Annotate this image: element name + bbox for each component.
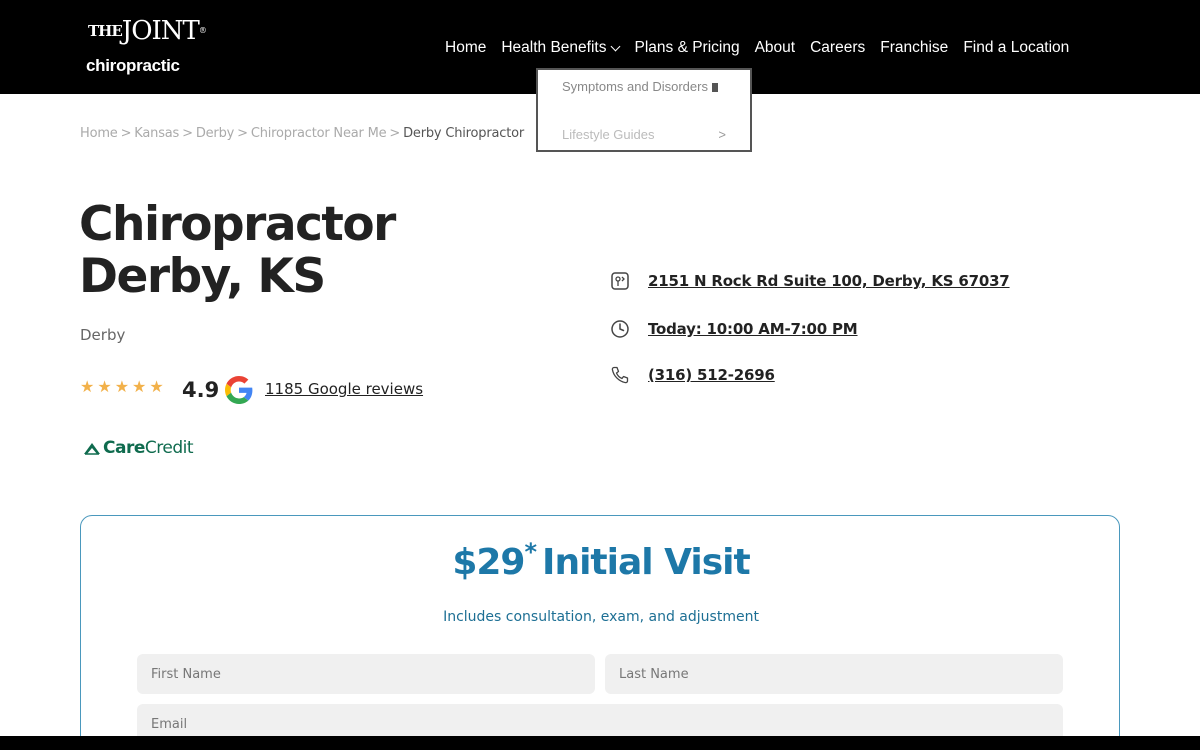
star-icon: ★	[97, 379, 112, 396]
nav-home[interactable]: Home	[445, 38, 486, 58]
health-benefits-dropdown: Symptoms and Disorders Lifestyle Guides >	[536, 68, 752, 152]
page-title: Chiropractor Derby, KS	[79, 199, 539, 303]
breadcrumb: Home > Kansas > Derby > Chiropractor Near Me > D…	[80, 126, 524, 141]
logo-subtitle: chiropractic	[86, 56, 180, 75]
breadcrumb-home[interactable]: Home	[80, 126, 118, 141]
breadcrumb-separator: >	[120, 126, 132, 141]
page-title-line2: Derby, KS	[79, 249, 326, 304]
dropdown-item-lifestyle[interactable]: Lifestyle Guides >	[562, 127, 732, 142]
nav-health-benefits[interactable]: Health Benefits	[501, 38, 621, 58]
offer-subtitle: Includes consultation, exam, and adjustm…	[443, 609, 759, 625]
hours-link[interactable]: Today: 10:00 AM-7:00 PM	[648, 320, 858, 338]
location-subtitle: Derby	[80, 326, 126, 344]
star-icon: ★	[149, 379, 164, 396]
first-name-input[interactable]	[137, 654, 595, 694]
nav-find-location[interactable]: Find a Location	[963, 38, 1069, 58]
page-title-line1: Chiropractor	[79, 197, 396, 252]
offer-label: Initial Visit	[542, 542, 751, 583]
the-joint-logo[interactable]: THEJOINT® chiropractic	[86, 16, 207, 76]
main-nav: Home Health Benefits Plans & Pricing Abo…	[445, 38, 1084, 58]
offer-asterisk: *	[524, 538, 537, 566]
nav-careers[interactable]: Careers	[810, 38, 865, 58]
star-icon: ★	[114, 379, 130, 396]
google-reviews-link[interactable]: 1185 Google reviews	[265, 380, 423, 398]
breadcrumb-separator: >	[237, 126, 248, 141]
carecredit-mark-icon	[84, 443, 100, 455]
chevron-down-icon	[611, 41, 621, 51]
chevron-right-icon: >	[718, 127, 726, 142]
dropdown-item-symptoms[interactable]: Symptoms and Disorders	[562, 79, 718, 94]
nav-about[interactable]: About	[755, 38, 796, 58]
phone-row: (316) 512-2696	[610, 365, 775, 385]
address-row: 2151 N Rock Rd Suite 100, Derby, KS 6703…	[610, 271, 1010, 291]
nav-plans-pricing[interactable]: Plans & Pricing	[634, 38, 739, 58]
offer-heading: $29* Initial Visit	[81, 538, 1121, 583]
nav-franchise[interactable]: Franchise	[880, 38, 948, 58]
bottom-bar	[0, 736, 1200, 750]
initial-visit-card: $29* Initial Visit Includes consultation,…	[80, 515, 1120, 750]
clock-icon	[611, 320, 629, 338]
breadcrumb-derby[interactable]: Derby	[196, 126, 235, 141]
breadcrumb-near-me[interactable]: Chiropractor Near Me	[251, 126, 387, 141]
address-link[interactable]: 2151 N Rock Rd Suite 100, Derby, KS 6703…	[648, 272, 1010, 290]
star-icon: ★	[132, 379, 147, 396]
breadcrumb-separator: >	[389, 126, 401, 141]
text-cursor-icon	[711, 83, 718, 93]
star-icon: ★	[80, 379, 95, 396]
phone-icon	[611, 366, 629, 384]
breadcrumb-kansas[interactable]: Kansas	[134, 126, 179, 141]
last-name-input[interactable]	[605, 654, 1063, 694]
google-logo-icon	[225, 376, 253, 404]
breadcrumb-current: Derby Chiropractor	[403, 126, 524, 141]
breadcrumb-separator: >	[182, 126, 193, 141]
logo-wordmark: THEJOINT®	[88, 16, 207, 46]
carecredit-care-text: Care	[103, 438, 145, 458]
map-icon	[611, 272, 629, 290]
hours-row: Today: 10:00 AM-7:00 PM	[610, 319, 858, 339]
star-rating: ★ ★ ★ ★ ★	[80, 380, 164, 396]
carecredit-logo[interactable]: Care Credit	[83, 438, 194, 458]
phone-link[interactable]: (316) 512-2696	[648, 366, 775, 384]
rating-value: 4.9	[182, 378, 220, 402]
offer-price: $29	[452, 542, 525, 583]
carecredit-credit-text: Credit	[144, 438, 194, 458]
